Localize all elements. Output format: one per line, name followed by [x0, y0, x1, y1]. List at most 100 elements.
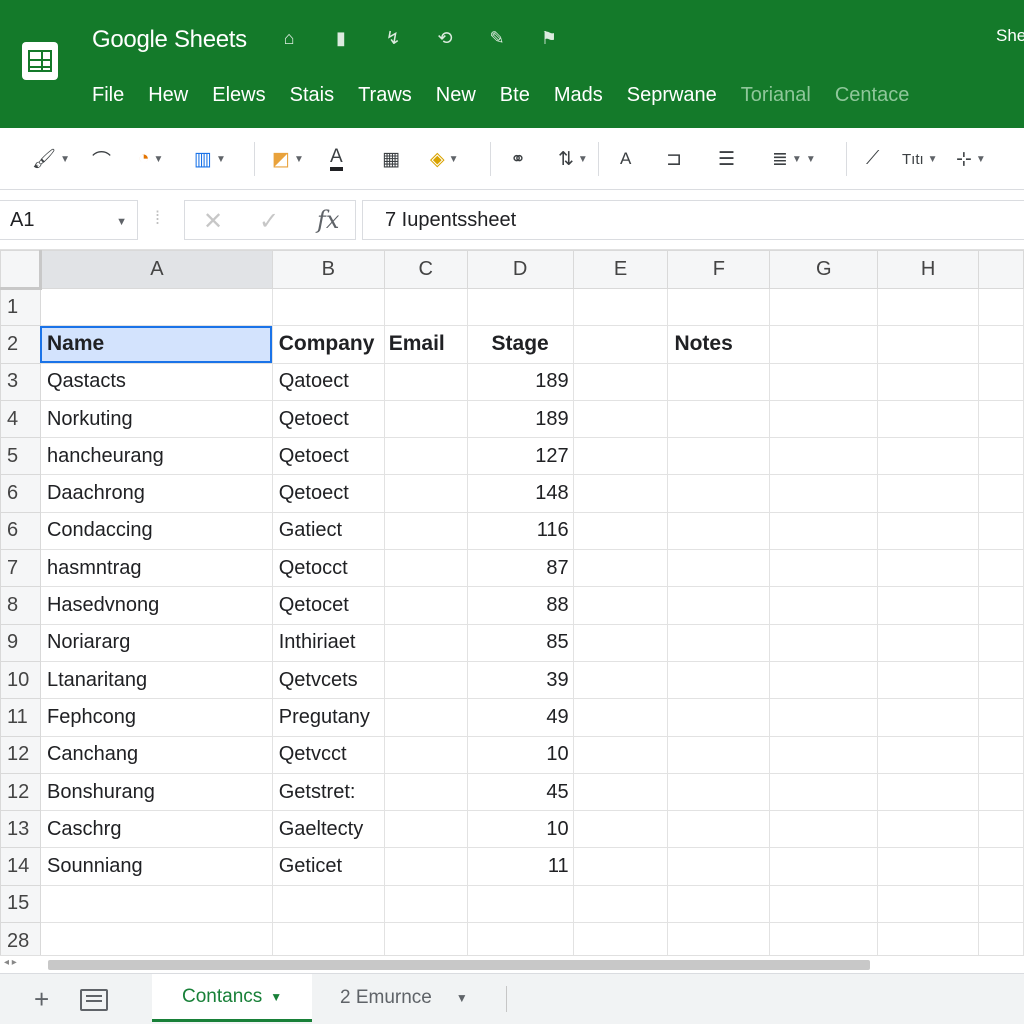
all-sheets-icon[interactable] [80, 989, 108, 1011]
cell[interactable] [978, 772, 1024, 812]
paint-format-button[interactable]: 🖌 ▼ [32, 144, 70, 174]
cell[interactable] [877, 586, 979, 625]
row-number[interactable]: 7 [0, 549, 41, 588]
cell[interactable] [667, 474, 771, 513]
cell-name[interactable]: Condaccing [39, 511, 273, 551]
cell[interactable] [39, 884, 273, 924]
row-number[interactable]: 1 [0, 287, 41, 327]
row-number[interactable]: 12 [0, 735, 41, 774]
cell[interactable] [667, 660, 771, 700]
cell-stage[interactable]: 127 [466, 437, 574, 476]
tab-dropdown-icon[interactable]: ▼ [270, 990, 282, 1004]
sort-button[interactable]: ⇅ ▼ [558, 144, 588, 174]
cell-name[interactable]: Daachrong [39, 474, 273, 513]
menu-item-7[interactable]: Bte [500, 84, 530, 107]
share-button[interactable]: She [996, 26, 1024, 46]
star-icon[interactable]: ⌂ [278, 28, 300, 49]
cell-stage[interactable]: 189 [466, 399, 574, 439]
row-number[interactable]: 14 [0, 847, 41, 886]
cell-email[interactable] [383, 623, 468, 662]
sheet-tab-active[interactable]: Contancs ▼ [152, 974, 312, 1022]
cell[interactable] [572, 586, 669, 625]
cell[interactable] [978, 660, 1024, 700]
cell[interactable] [572, 847, 669, 886]
cell-company[interactable]: Qetoect [271, 437, 385, 476]
cell[interactable] [877, 511, 979, 551]
column-header-a[interactable]: A [39, 250, 273, 289]
cell-name[interactable]: Hasedvnong [39, 586, 273, 625]
menu-item-10[interactable]: Torianal [741, 84, 811, 107]
cell-stage[interactable]: 45 [466, 772, 574, 812]
formula-input[interactable]: 7 Iupentssheet [362, 200, 1024, 240]
cell[interactable] [271, 287, 385, 327]
cell[interactable] [877, 698, 979, 737]
cell[interactable] [877, 549, 979, 588]
tab-dropdown-icon[interactable]: ▼ [456, 991, 468, 1005]
cell[interactable] [383, 884, 468, 924]
cell[interactable] [572, 325, 669, 364]
column-header-overflow[interactable] [978, 250, 1024, 289]
menu-item-file[interactable]: File [92, 84, 124, 107]
cell-name[interactable]: Sounniang [39, 847, 273, 886]
cell-name[interactable]: Ltanaritang [39, 660, 273, 700]
cell-stage[interactable]: 85 [466, 623, 574, 662]
menu-item-8[interactable]: Mads [554, 84, 603, 107]
cell[interactable] [978, 884, 1024, 924]
cell[interactable] [667, 922, 771, 955]
cell-name[interactable]: Caschrg [39, 810, 273, 849]
comment-icon[interactable]: ✎ [486, 28, 508, 49]
cell-company[interactable]: Gatiect [271, 511, 385, 551]
cell[interactable] [572, 511, 669, 551]
cell[interactable] [667, 549, 771, 588]
cell[interactable] [978, 623, 1024, 662]
cell[interactable] [978, 810, 1024, 849]
cell[interactable] [769, 399, 879, 439]
cell-email-header[interactable]: Email [383, 325, 468, 364]
cell[interactable] [978, 399, 1024, 439]
cell[interactable] [572, 660, 669, 700]
cell[interactable] [978, 474, 1024, 513]
cell[interactable] [667, 511, 771, 551]
cell-email[interactable] [383, 399, 468, 439]
font-size-button[interactable]: Tıtı ▼ [902, 144, 938, 174]
cell[interactable] [978, 511, 1024, 551]
cell[interactable] [978, 735, 1024, 774]
row-number[interactable]: 3 [0, 362, 41, 401]
cell-company[interactable]: Qetoect [271, 474, 385, 513]
fill-bucket-button[interactable]: ◈ ▼ [430, 144, 459, 174]
row-number[interactable]: 13 [0, 810, 41, 849]
cell[interactable] [572, 549, 669, 588]
cell-notes-header[interactable]: Notes [667, 325, 771, 364]
functions-button[interactable]: ⟋ [866, 144, 879, 174]
cell-name[interactable]: Bonshurang [39, 772, 273, 812]
cell[interactable] [667, 586, 771, 625]
cell-company[interactable]: Pregutany [271, 698, 385, 737]
name-box[interactable]: A1 ▼ [0, 200, 138, 240]
cell[interactable] [877, 660, 979, 700]
cell[interactable] [877, 772, 979, 812]
cell[interactable] [383, 287, 468, 327]
menu-item-9[interactable]: Seprwane [627, 84, 717, 107]
cell-name[interactable]: hancheurang [39, 437, 273, 476]
cell-name[interactable]: Fephcong [39, 698, 273, 737]
cell[interactable] [667, 847, 771, 886]
cell[interactable] [572, 399, 669, 439]
row-number[interactable]: 9 [0, 623, 41, 662]
cell[interactable] [769, 474, 879, 513]
cell-company[interactable]: Qetvcets [271, 660, 385, 700]
select-all-corner[interactable] [0, 250, 42, 290]
cell[interactable] [769, 287, 879, 327]
cell[interactable] [877, 399, 979, 439]
text-format-button[interactable]: A [620, 144, 631, 174]
row-number[interactable]: 12 [0, 772, 41, 812]
cell[interactable] [877, 325, 979, 364]
cell-company[interactable]: Qatoect [271, 362, 385, 401]
cell[interactable] [877, 735, 979, 774]
column-header-h[interactable]: H [877, 250, 979, 289]
cell[interactable] [572, 698, 669, 737]
menu-item-6[interactable]: New [436, 84, 476, 107]
cell-name[interactable]: hasmntrag [39, 549, 273, 588]
cell[interactable] [978, 586, 1024, 625]
cell[interactable] [978, 437, 1024, 476]
cell[interactable] [978, 325, 1024, 364]
